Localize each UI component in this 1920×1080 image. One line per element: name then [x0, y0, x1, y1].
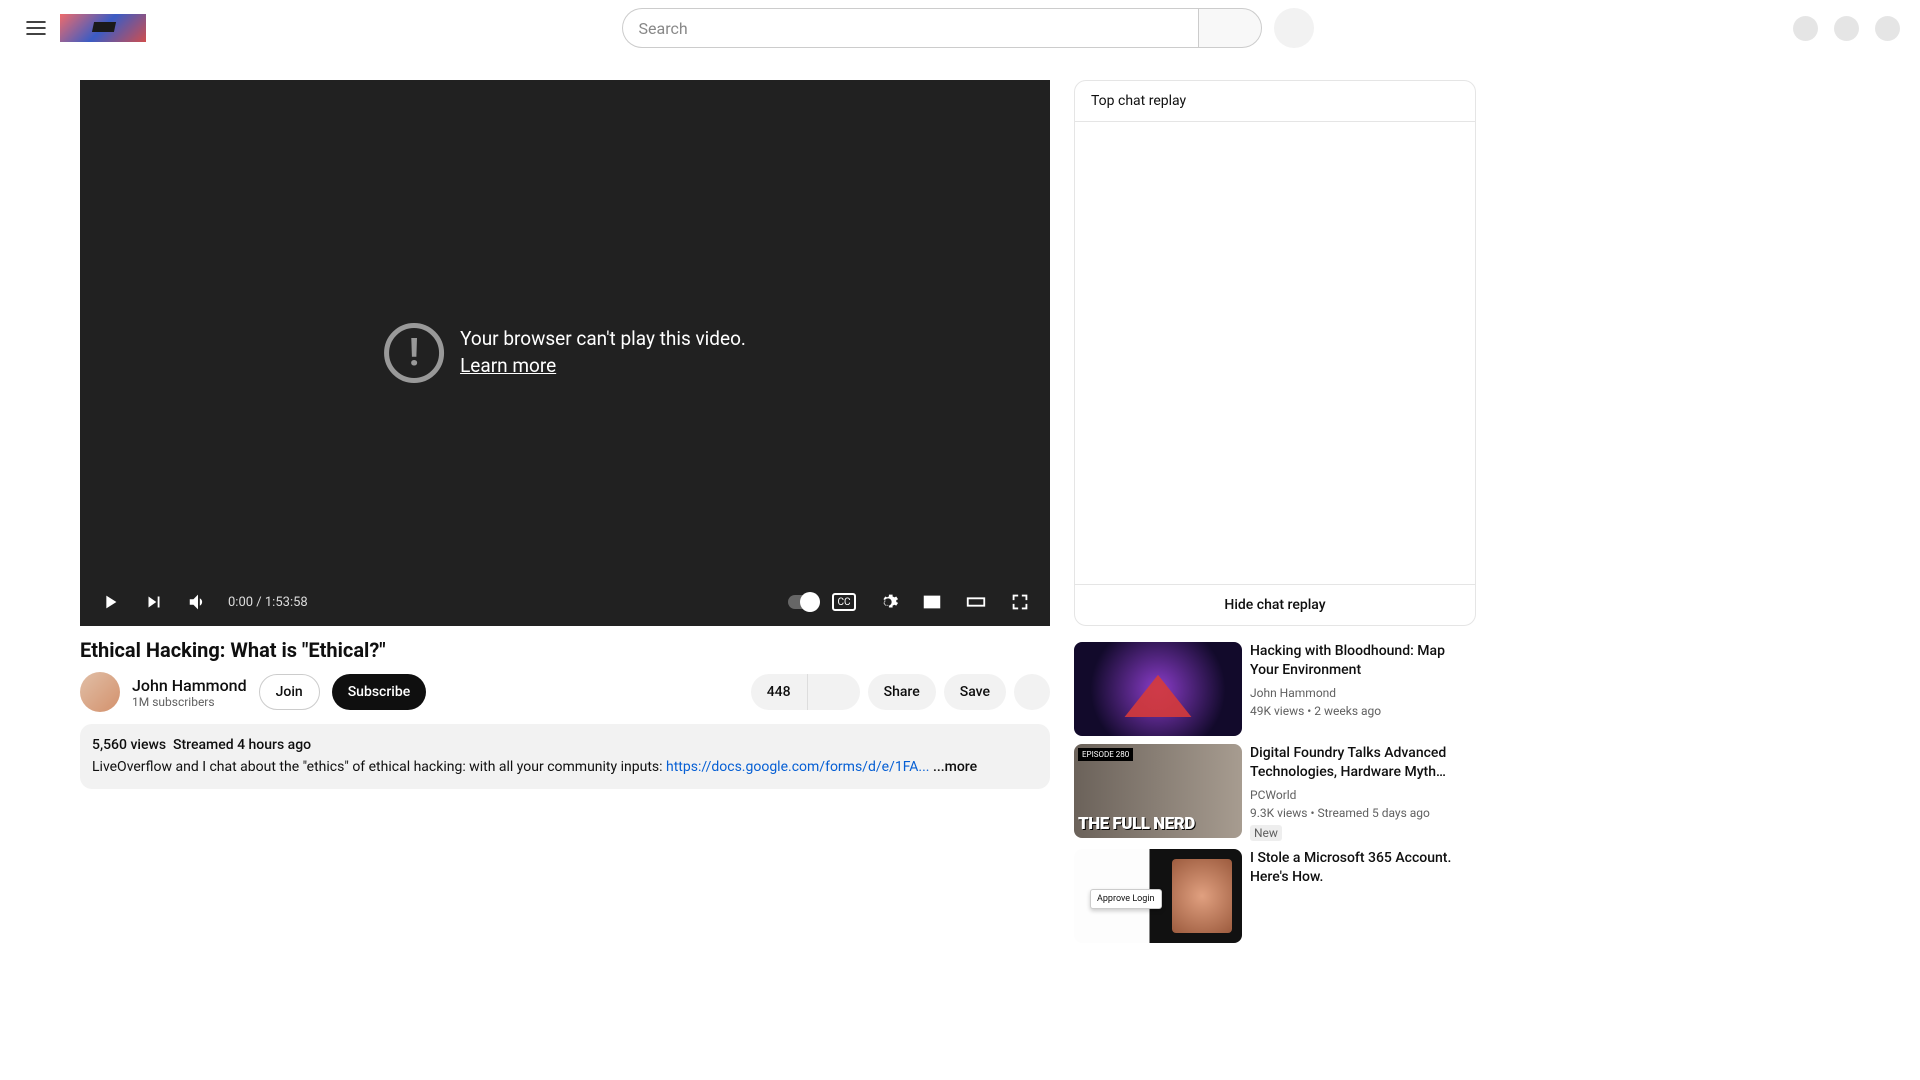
description-link[interactable]: https://docs.google.com/forms/d/e/1FA... [666, 759, 929, 775]
rec-thumbnail [1074, 849, 1242, 943]
video-player[interactable]: ! Your browser can't play this video. Le… [80, 80, 1050, 626]
owner-row: John Hammond 1M subscribers Join Subscri… [80, 672, 1050, 712]
header-skeleton-2 [1834, 16, 1859, 41]
join-button[interactable]: Join [259, 674, 320, 710]
search-container [146, 8, 1789, 48]
header-skeleton-3 [1875, 16, 1900, 41]
primary-column: ! Your browser can't play this video. Le… [80, 80, 1050, 951]
hamburger-menu-button[interactable] [16, 8, 56, 48]
rec-title: Digital Foundry Talks Advanced Technolog… [1250, 744, 1476, 782]
next-icon [143, 591, 165, 613]
time-display: 0:00 / 1:53:58 [228, 595, 308, 610]
theater-button[interactable] [958, 584, 994, 620]
description-box[interactable]: 5,560 views Streamed 4 hours ago LiveOve… [80, 724, 1050, 789]
chat-panel: Top chat replay Hide chat replay [1074, 80, 1476, 626]
voice-search-button[interactable] [1274, 8, 1314, 48]
video-title: Ethical Hacking: What is "Ethical?" [80, 638, 1050, 662]
gear-icon [877, 591, 899, 613]
next-button[interactable] [136, 584, 172, 620]
subscribe-button[interactable]: Subscribe [332, 674, 427, 710]
dislike-button[interactable] [808, 674, 860, 710]
header [0, 0, 1920, 56]
autoplay-toggle[interactable] [788, 595, 818, 609]
hamburger-icon [24, 16, 48, 40]
site-logo[interactable] [60, 14, 146, 42]
channel-name[interactable]: John Hammond [132, 676, 247, 695]
rec-thumbnail [1074, 642, 1242, 736]
search-button[interactable] [1198, 8, 1262, 48]
error-message: Your browser can't play this video. [460, 327, 746, 350]
chat-body [1075, 122, 1475, 584]
page: ! Your browser can't play this video. Le… [0, 56, 1920, 951]
volume-button[interactable] [180, 584, 216, 620]
secondary-column: Top chat replay Hide chat replay Hacking… [1074, 80, 1476, 951]
like-button[interactable]: 448 [751, 674, 808, 710]
rec-channel: PCWorld [1250, 786, 1476, 804]
rec-meta: 49K views • 2 weeks ago [1250, 702, 1476, 720]
rec-title: Hacking with Bloodhound: Map Your Enviro… [1250, 642, 1476, 680]
view-count: 5,560 views [92, 737, 166, 753]
search-input[interactable] [622, 8, 1198, 48]
volume-icon [187, 591, 209, 613]
header-actions [1789, 16, 1904, 41]
subscriber-count: 1M subscribers [132, 695, 247, 709]
recommendation-item[interactable]: Digital Foundry Talks Advanced Technolog… [1074, 744, 1476, 841]
share-button[interactable]: Share [868, 674, 936, 710]
fullscreen-icon [1009, 591, 1031, 613]
save-button[interactable]: Save [944, 674, 1006, 710]
like-dislike-group: 448 [751, 674, 860, 710]
fullscreen-button[interactable] [1002, 584, 1038, 620]
miniplayer-icon [921, 591, 943, 613]
chat-header[interactable]: Top chat replay [1075, 81, 1475, 122]
captions-button[interactable]: CC [826, 584, 862, 620]
recommendation-item[interactable]: Hacking with Bloodhound: Map Your Enviro… [1074, 642, 1476, 736]
rec-meta: 9.3K views • Streamed 5 days ago [1250, 804, 1476, 822]
rec-thumbnail [1074, 744, 1242, 838]
description-text: LiveOverflow and I chat about the "ethic… [92, 759, 666, 775]
cc-icon: CC [832, 593, 856, 611]
more-actions-button[interactable] [1014, 674, 1050, 710]
header-skeleton-1 [1793, 16, 1818, 41]
new-badge: New [1250, 825, 1282, 841]
error-icon: ! [384, 323, 444, 383]
recommendation-item[interactable]: I Stole a Microsoft 365 Account. Here's … [1074, 849, 1476, 943]
upload-date: Streamed 4 hours ago [173, 737, 311, 753]
hide-chat-button[interactable]: Hide chat replay [1075, 584, 1475, 625]
show-more-button[interactable]: ...more [929, 759, 977, 775]
player-controls: 0:00 / 1:53:58 CC [80, 578, 1050, 626]
play-button[interactable] [92, 584, 128, 620]
rec-channel: John Hammond [1250, 684, 1476, 702]
settings-button[interactable] [870, 584, 906, 620]
play-icon [99, 591, 121, 613]
miniplayer-button[interactable] [914, 584, 950, 620]
rec-title: I Stole a Microsoft 365 Account. Here's … [1250, 849, 1476, 887]
learn-more-link[interactable]: Learn more [460, 354, 556, 377]
channel-avatar[interactable] [80, 672, 120, 712]
search-form [622, 8, 1262, 48]
player-error: ! Your browser can't play this video. Le… [384, 323, 746, 383]
theater-icon [965, 591, 987, 613]
